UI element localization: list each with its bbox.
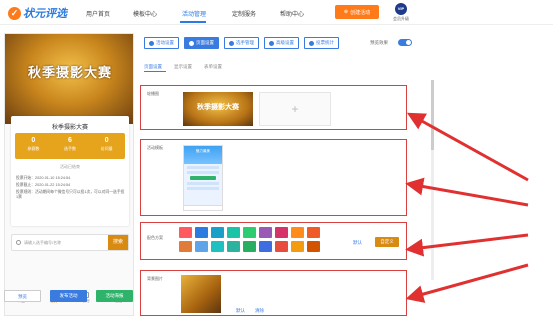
arrow-to-carousel [406, 112, 529, 182]
arrow-to-background [405, 263, 529, 303]
arrow-to-template [405, 177, 529, 207]
arrow-to-color [405, 233, 529, 257]
annotation-arrows [405, 112, 529, 303]
